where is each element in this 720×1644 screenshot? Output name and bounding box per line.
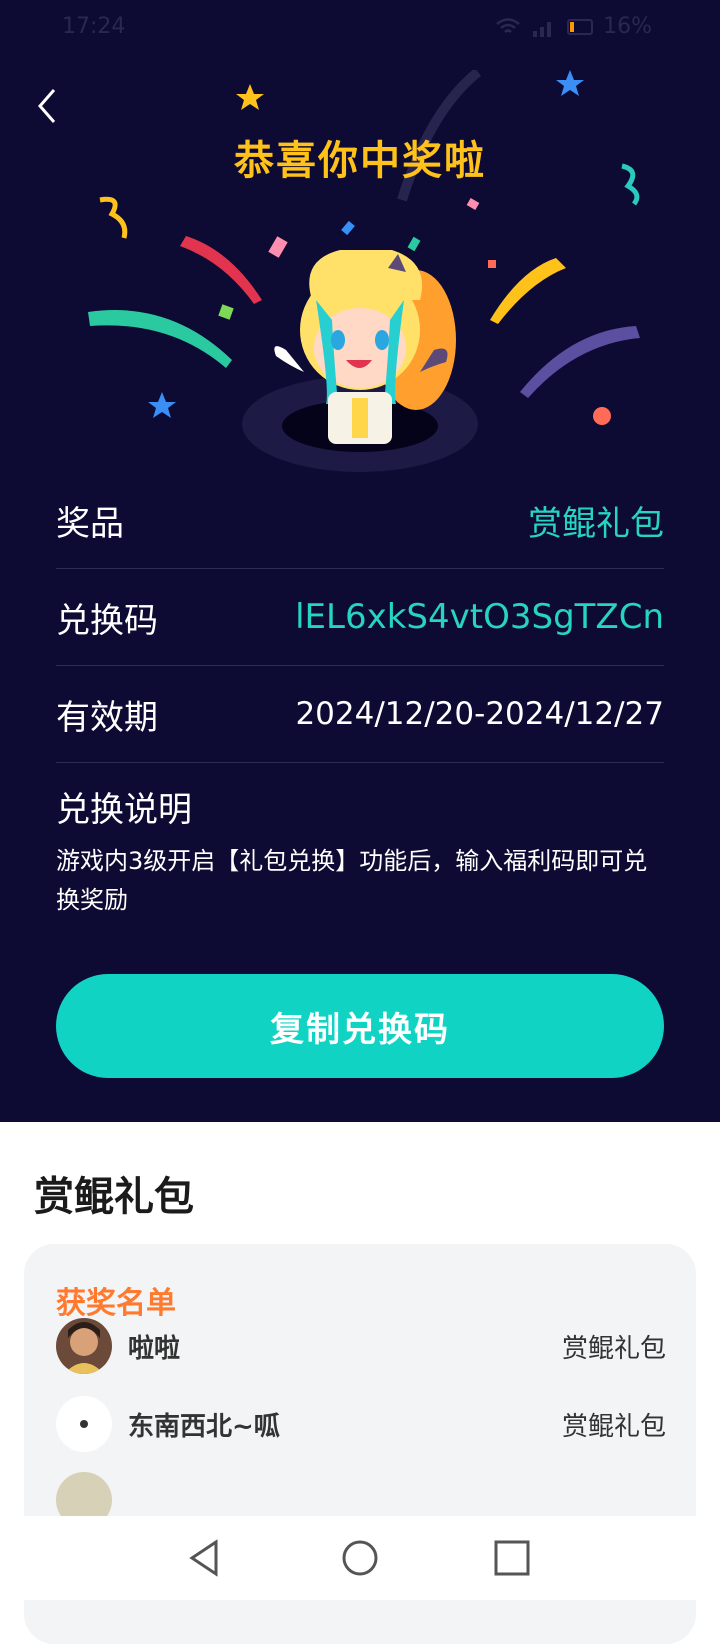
copy-code-button[interactable]: 复制兑换码	[56, 974, 664, 1078]
prize-details: 奖品 赏鲲礼包 兑换码 lEL6xkS4vtO3SgTZCn 有效期 2024/…	[56, 472, 664, 763]
status-time: 17:24	[62, 14, 126, 39]
instructions-text: 游戏内3级开启【礼包兑换】功能后，输入福利码即可兑换奖励	[56, 847, 648, 914]
nav-home-icon[interactable]	[338, 1536, 382, 1580]
winner-prize: 赏鲲礼包	[561, 1411, 666, 1442]
nav-back-icon[interactable]	[184, 1536, 228, 1580]
validity-value: 2024/12/20-2024/12/27	[295, 696, 664, 732]
winner-name: 啦啦	[128, 1333, 181, 1364]
wifi-icon	[496, 17, 520, 33]
back-icon[interactable]	[30, 86, 70, 126]
code-label: 兑换码	[56, 600, 158, 641]
system-nav-bar	[0, 1516, 720, 1600]
prize-value: 赏鲲礼包	[528, 503, 664, 544]
signal-icon	[533, 21, 552, 37]
validity-label: 有效期	[56, 697, 158, 738]
instructions-title: 兑换说明	[56, 790, 192, 830]
winner-row: 啦啦 赏鲲礼包	[56, 1316, 666, 1376]
winner-prize: 赏鲲礼包	[561, 1333, 666, 1364]
prize-panel: 17:24 16% 恭喜你中奖啦 奖品 赏鲲礼包 兑换码 lEL6xkS4vtO…	[0, 0, 720, 1122]
winner-row: 东南西北~呱 赏鲲礼包	[56, 1394, 666, 1454]
avatar	[56, 1396, 112, 1452]
avatar	[56, 1318, 112, 1374]
nav-recents-icon[interactable]	[490, 1536, 534, 1580]
battery-icon	[567, 18, 594, 35]
prize-label: 奖品	[56, 503, 124, 544]
package-title: 赏鲲礼包	[34, 1174, 194, 1220]
redemption-code[interactable]: lEL6xkS4vtO3SgTZCn	[295, 597, 664, 637]
page-title: 恭喜你中奖啦	[234, 138, 486, 184]
status-right: 16%	[495, 14, 652, 39]
status-bar: 17:24 16%	[0, 0, 720, 56]
code-row: 兑换码 lEL6xkS4vtO3SgTZCn	[56, 569, 664, 666]
winner-name: 东南西北~呱	[128, 1411, 280, 1442]
validity-row: 有效期 2024/12/20-2024/12/27	[56, 666, 664, 763]
battery-percent: 16%	[603, 14, 652, 39]
prize-row: 奖品 赏鲲礼包	[56, 472, 664, 569]
